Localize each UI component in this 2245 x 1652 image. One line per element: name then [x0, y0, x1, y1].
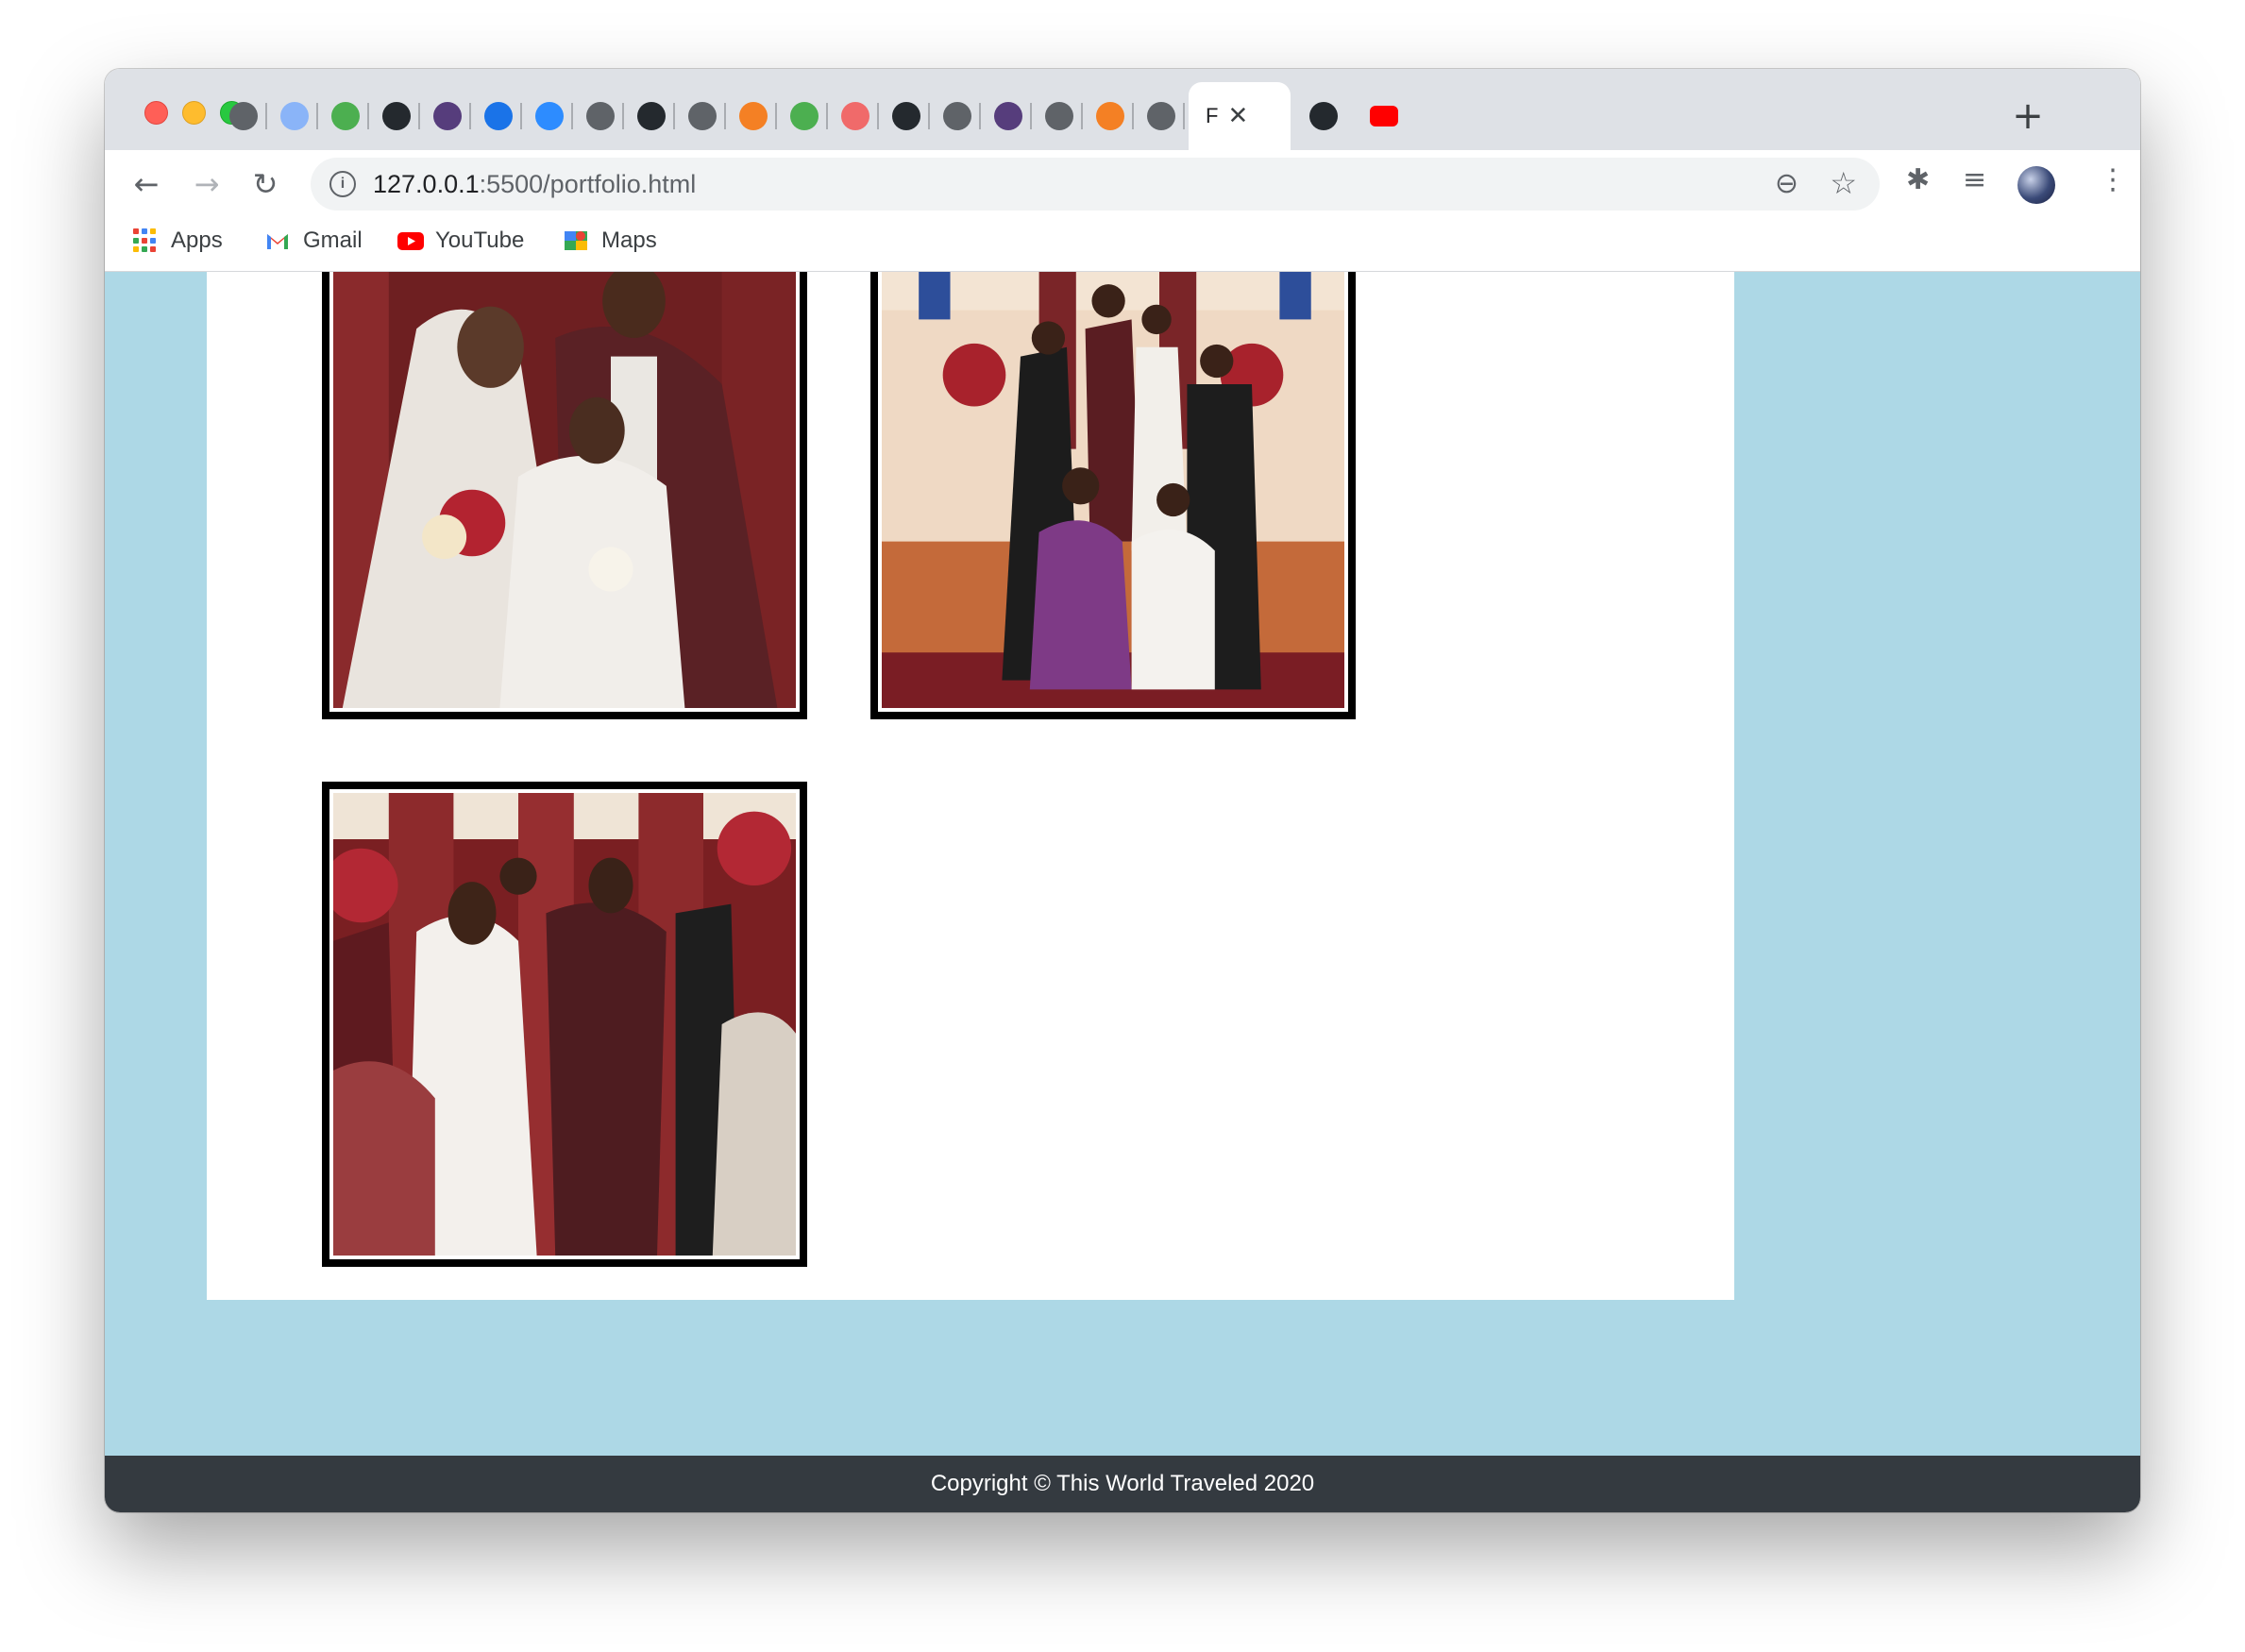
bootstrap-icon	[433, 102, 462, 130]
portfolio-photo-1[interactable]	[322, 272, 807, 719]
bookmark-apps[interactable]: Apps	[133, 228, 223, 254]
maps-icon	[564, 228, 588, 253]
tab-8[interactable]	[573, 82, 624, 150]
url-text[interactable]: 127.0.0.1:5500/portfolio.html	[373, 170, 696, 199]
address-bar[interactable]: i 127.0.0.1:5500/portfolio.html ⊖ ☆	[311, 158, 1880, 211]
photo-image	[882, 272, 1344, 708]
tab-separator	[1183, 103, 1185, 129]
tab-12[interactable]	[777, 82, 828, 150]
tab-strip: F ✕ +	[105, 69, 2140, 150]
tab-14[interactable]	[879, 82, 930, 150]
globe-icon	[1147, 102, 1175, 130]
bootstrap-icon	[994, 102, 1022, 130]
back-arrow-icon[interactable]: ←	[126, 163, 167, 205]
tab-1[interactable]	[216, 82, 267, 150]
tab-6[interactable]	[471, 82, 522, 150]
menu-kebab-icon[interactable]: ⋮	[2099, 163, 2127, 196]
bookmark-youtube[interactable]: YouTube	[397, 228, 524, 254]
globe-icon	[688, 102, 717, 130]
site-info-icon[interactable]: i	[329, 171, 356, 197]
new-tab-button[interactable]: +	[2004, 82, 2051, 150]
asana-icon	[841, 102, 869, 130]
tab-after-2[interactable]	[1357, 82, 1413, 150]
tab-after-1[interactable]	[1296, 82, 1353, 150]
media-queue-icon[interactable]: ≡	[1963, 163, 1986, 196]
tab-active-portfolio[interactable]: F ✕	[1189, 82, 1291, 150]
bookmark-maps[interactable]: Maps	[564, 228, 657, 254]
globe-icon	[1045, 102, 1073, 130]
copyright-text: Copyright © This World Traveled 2020	[930, 1471, 1315, 1496]
github-icon	[637, 102, 666, 130]
w3schools-icon	[331, 102, 360, 130]
github-icon	[382, 102, 411, 130]
tab-13[interactable]	[828, 82, 879, 150]
globe-icon	[943, 102, 971, 130]
photo-image	[333, 272, 796, 708]
tab-9[interactable]	[624, 82, 675, 150]
photo-image	[333, 793, 796, 1256]
url-path: :5500/portfolio.html	[479, 170, 697, 198]
tab-2[interactable]	[267, 82, 318, 150]
zoom-icon	[535, 102, 564, 130]
tab-3[interactable]	[318, 82, 369, 150]
tab-11[interactable]	[726, 82, 777, 150]
stackoverflow-icon	[1096, 102, 1124, 130]
github-icon	[1309, 102, 1338, 130]
page-footer: Copyright © This World Traveled 2020	[105, 1456, 2140, 1512]
page-viewport[interactable]	[105, 272, 2140, 1456]
globe-icon	[586, 102, 615, 130]
bookmark-gmail[interactable]: Gmail	[265, 228, 363, 254]
tab-10[interactable]	[675, 82, 726, 150]
portfolio-photo-3[interactable]	[322, 782, 807, 1267]
document-icon	[280, 102, 309, 130]
youtube-icon	[1370, 106, 1398, 126]
close-window-button[interactable]	[144, 101, 168, 125]
close-tab-icon[interactable]: ✕	[1227, 102, 1248, 130]
browser-toolbar: ← → ↻ i 127.0.0.1:5500/portfolio.html ⊖ …	[105, 150, 2140, 216]
reload-icon[interactable]: ↻	[245, 163, 286, 205]
profile-avatar[interactable]	[2017, 166, 2055, 204]
tab-5[interactable]	[420, 82, 471, 150]
url-host: 127.0.0.1	[373, 170, 480, 198]
apps-grid-icon	[133, 228, 158, 253]
browser-window: F ✕ + ← → ↻ i 127.0.0.1:5500/portfolio.h…	[105, 69, 2140, 1512]
extensions-puzzle-icon[interactable]: ✱	[1906, 163, 1930, 196]
bookmark-label: Maps	[601, 228, 657, 253]
tab-17[interactable]	[1032, 82, 1083, 150]
github-icon	[892, 102, 920, 130]
tab-15[interactable]	[930, 82, 981, 150]
tab-7[interactable]	[522, 82, 573, 150]
tab-4[interactable]	[369, 82, 420, 150]
tab-title: F	[1206, 104, 1219, 127]
globe-icon	[229, 102, 258, 130]
portfolio-photo-2[interactable]	[870, 272, 1356, 719]
zoom-icon[interactable]: ⊖	[1775, 167, 1798, 200]
bookmarks-bar: Apps Gmail YouTube Maps	[105, 216, 2140, 272]
refresh-circle-icon	[484, 102, 513, 130]
tab-18[interactable]	[1083, 82, 1134, 150]
w3schools-icon	[790, 102, 819, 130]
bookmark-label: Apps	[171, 228, 223, 253]
forward-arrow-icon[interactable]: →	[186, 163, 228, 205]
minimize-window-button[interactable]	[182, 101, 206, 125]
portfolio-panel	[207, 272, 1734, 1300]
gmail-icon	[265, 228, 290, 253]
tab-19[interactable]	[1134, 82, 1185, 150]
youtube-icon	[397, 228, 424, 253]
bookmark-label: Gmail	[303, 228, 363, 253]
bookmark-star-icon[interactable]: ☆	[1830, 165, 1857, 201]
stackoverflow-icon	[739, 102, 768, 130]
bookmark-label: YouTube	[435, 228, 525, 253]
tab-16[interactable]	[981, 82, 1032, 150]
